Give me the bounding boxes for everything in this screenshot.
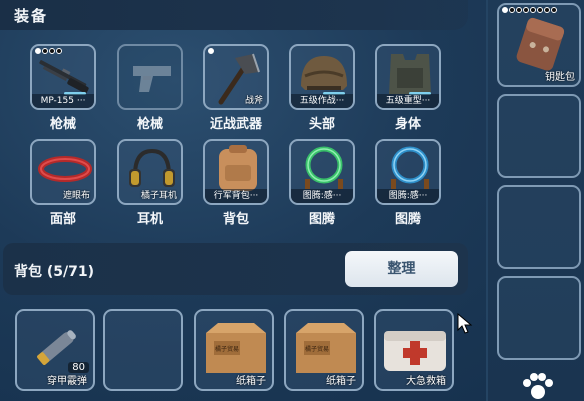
- box-print: 橘子贸易: [215, 345, 239, 353]
- equip-slot-secondary-gun[interactable]: [117, 44, 183, 110]
- backpack-slot[interactable]: 橘子贸易 纸箱子: [284, 309, 364, 391]
- backpack-title: 背包 (5/71): [14, 264, 95, 280]
- category-label-gun: 枪械: [49, 117, 76, 132]
- backpack-slot[interactable]: 大急救箱: [374, 309, 454, 391]
- equip-slot-head[interactable]: 五级作战···: [289, 44, 355, 110]
- box-print: 橘子贸易: [305, 345, 329, 353]
- sort-button[interactable]: 整理: [345, 251, 458, 287]
- equip-slot-face[interactable]: 遮眼布: [30, 139, 96, 205]
- item-name: 遮眼布: [62, 191, 90, 201]
- category-label-totem-1: 图腾: [308, 212, 335, 227]
- equip-slot-body[interactable]: 五级重型···: [375, 44, 441, 110]
- category-label-melee: 近战武器: [209, 117, 262, 132]
- equip-slot-backpack[interactable]: 行军背包···: [203, 139, 269, 205]
- category-label-head: 头部: [308, 117, 335, 132]
- item-name: 橘子耳机: [140, 191, 177, 201]
- item-name: 五级作战···: [291, 94, 353, 108]
- mouse-cursor-icon: [457, 313, 473, 334]
- item-name: 纸箱子: [326, 376, 356, 387]
- category-label-totem-2: 图腾: [394, 212, 421, 227]
- category-label-headset: 耳机: [136, 212, 163, 227]
- equip-slot-totem-2[interactable]: 图腾:感···: [375, 139, 441, 205]
- equip-slot-primary-gun[interactable]: MP-155 ···: [30, 44, 96, 110]
- side-slot-empty[interactable]: [497, 94, 581, 178]
- item-quantity: 80: [68, 362, 89, 373]
- item-name: 穿甲霰弹: [47, 376, 87, 387]
- backpack-slot[interactable]: 橘子贸易 纸箱子: [194, 309, 274, 391]
- side-slot-empty[interactable]: [497, 185, 581, 269]
- equipment-header: [0, 0, 468, 30]
- category-label-backpack: 背包: [222, 212, 249, 227]
- item-name: 纸箱子: [236, 376, 266, 387]
- category-label-gun-2: 枪械: [136, 117, 163, 132]
- item-name: 行军背包···: [205, 189, 267, 203]
- category-label-face: 面部: [49, 212, 76, 227]
- item-name: 五级重型···: [377, 94, 439, 108]
- item-name: 战斧: [244, 96, 263, 106]
- item-name: MP-155 ···: [32, 94, 94, 108]
- backpack-slot[interactable]: 80 穿甲霰弹: [15, 309, 95, 391]
- paw-icon[interactable]: [520, 372, 556, 400]
- side-slot-key-pouch[interactable]: 钥匙包: [497, 3, 581, 87]
- item-name: 大急救箱: [406, 376, 446, 387]
- equipment-title: 装备: [14, 7, 49, 25]
- category-label-body: 身体: [394, 117, 421, 132]
- equip-slot-totem-1[interactable]: 图腾:感···: [289, 139, 355, 205]
- backpack-slot-empty[interactable]: [103, 309, 183, 391]
- pistol-silhouette-icon: [133, 66, 171, 92]
- rarity-dots: [502, 7, 557, 13]
- equip-slot-melee[interactable]: 战斧: [203, 44, 269, 110]
- item-name: 图腾:感···: [291, 189, 353, 203]
- side-slot-empty[interactable]: [497, 276, 581, 360]
- item-name: 钥匙包: [545, 72, 575, 83]
- item-name: 图腾:感···: [377, 189, 439, 203]
- equip-slot-headset[interactable]: 橘子耳机: [117, 139, 183, 205]
